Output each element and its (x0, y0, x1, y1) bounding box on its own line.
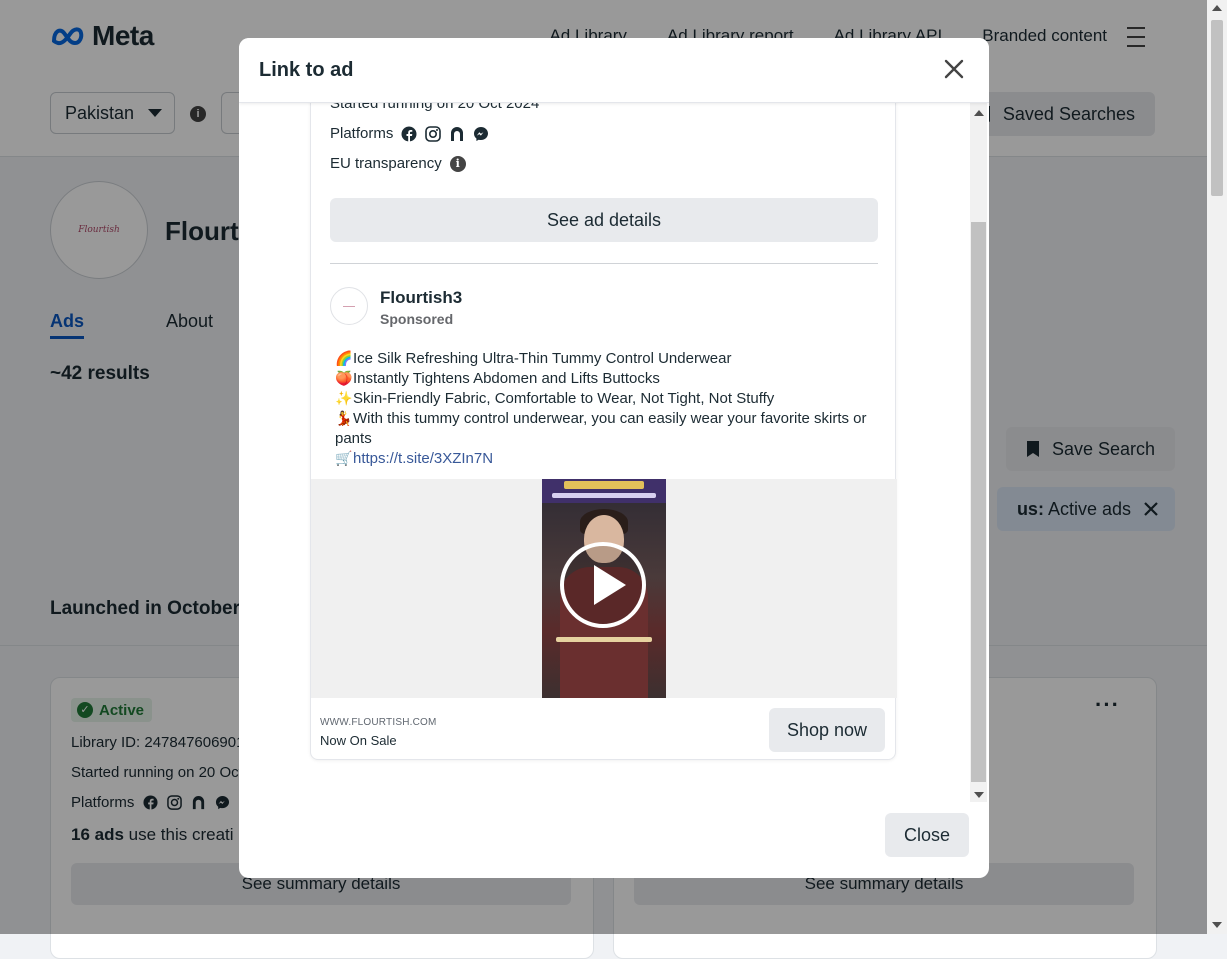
eu-transparency-label: EU transparency (330, 155, 442, 172)
audience-network-icon (451, 126, 464, 141)
see-ad-details-button[interactable]: See ad details (330, 198, 878, 242)
ad-text-line-content: Ice Silk Refreshing Ultra-Thin Tummy Con… (353, 350, 732, 367)
ad-preview-card: Started running on 20 Oct 2024 Platforms… (310, 102, 897, 760)
cart-icon: 🛒 (335, 451, 353, 467)
ad-text-line-content: Instantly Tightens Abdomen and Lifts But… (353, 370, 660, 387)
info-icon[interactable]: i (449, 155, 466, 172)
ad-text-line: 🍑Instantly Tightens Abdomen and Lifts Bu… (335, 369, 875, 389)
video-banner (542, 479, 666, 503)
ad-link-line: 🛒https://t.site/3XZIn7N (335, 449, 875, 469)
video-caption (556, 637, 652, 642)
close-icon[interactable] (943, 58, 965, 80)
page-scrollbar[interactable] (1207, 0, 1227, 934)
platforms-row: Platforms (330, 125, 489, 142)
link-to-ad-dialog: Link to ad Started running on 20 Oct 202… (239, 38, 989, 878)
started-running: Started running on 20 Oct 2024 (330, 102, 540, 112)
ad-media (311, 479, 897, 698)
ad-text-line-content: Skin-Friendly Fabric, Comfortable to Wea… (353, 390, 775, 407)
ad-link[interactable]: https://t.site/3XZIn7N (353, 450, 493, 467)
shop-now-button[interactable]: Shop now (769, 708, 885, 752)
play-icon[interactable] (560, 542, 646, 628)
advertiser-name[interactable]: Flourtish3 (380, 288, 462, 308)
ad-domain: WWW.FLOURTISH.COM (320, 717, 437, 728)
ad-text-line: 🌈Ice Silk Refreshing Ultra-Thin Tummy Co… (335, 349, 875, 369)
dancer-icon: 💃 (335, 411, 353, 427)
video-thumbnail[interactable] (542, 479, 666, 698)
peach-icon: 🍑 (335, 371, 353, 387)
scroll-down-arrow-icon[interactable] (1212, 922, 1222, 928)
scrollbar-thumb[interactable] (971, 222, 986, 782)
scrollbar-thumb[interactable] (1211, 20, 1223, 196)
dialog-title: Link to ad (259, 59, 354, 81)
scroll-up-arrow-icon[interactable] (974, 110, 984, 116)
scroll-up-arrow-icon[interactable] (1212, 5, 1222, 11)
instagram-icon (425, 125, 442, 142)
ad-text-line: 💃With this tummy control underwear, you … (335, 409, 875, 449)
eu-transparency-row: EU transparency i (330, 155, 466, 172)
sparkles-icon: ✨ (335, 391, 353, 407)
ad-text-line: ✨Skin-Friendly Fabric, Comfortable to We… (335, 389, 875, 409)
sponsored-label: Sponsored (380, 311, 454, 327)
close-button[interactable]: Close (885, 813, 969, 857)
scroll-down-arrow-icon[interactable] (974, 792, 984, 798)
ad-headline: Now On Sale (320, 733, 397, 748)
ad-body-text: 🌈Ice Silk Refreshing Ultra-Thin Tummy Co… (335, 349, 875, 469)
dialog-header: Link to ad (239, 38, 989, 103)
dialog-scrollbar[interactable] (970, 102, 987, 802)
advertiser-avatar[interactable] (330, 287, 368, 325)
rainbow-icon: 🌈 (335, 351, 353, 367)
platforms-label: Platforms (330, 125, 394, 142)
dialog-body: Started running on 20 Oct 2024 Platforms… (239, 102, 989, 802)
divider (330, 263, 878, 264)
messenger-icon (474, 126, 489, 141)
ad-text-line-content: With this tummy control underwear, you c… (335, 410, 867, 447)
facebook-icon (401, 126, 417, 142)
